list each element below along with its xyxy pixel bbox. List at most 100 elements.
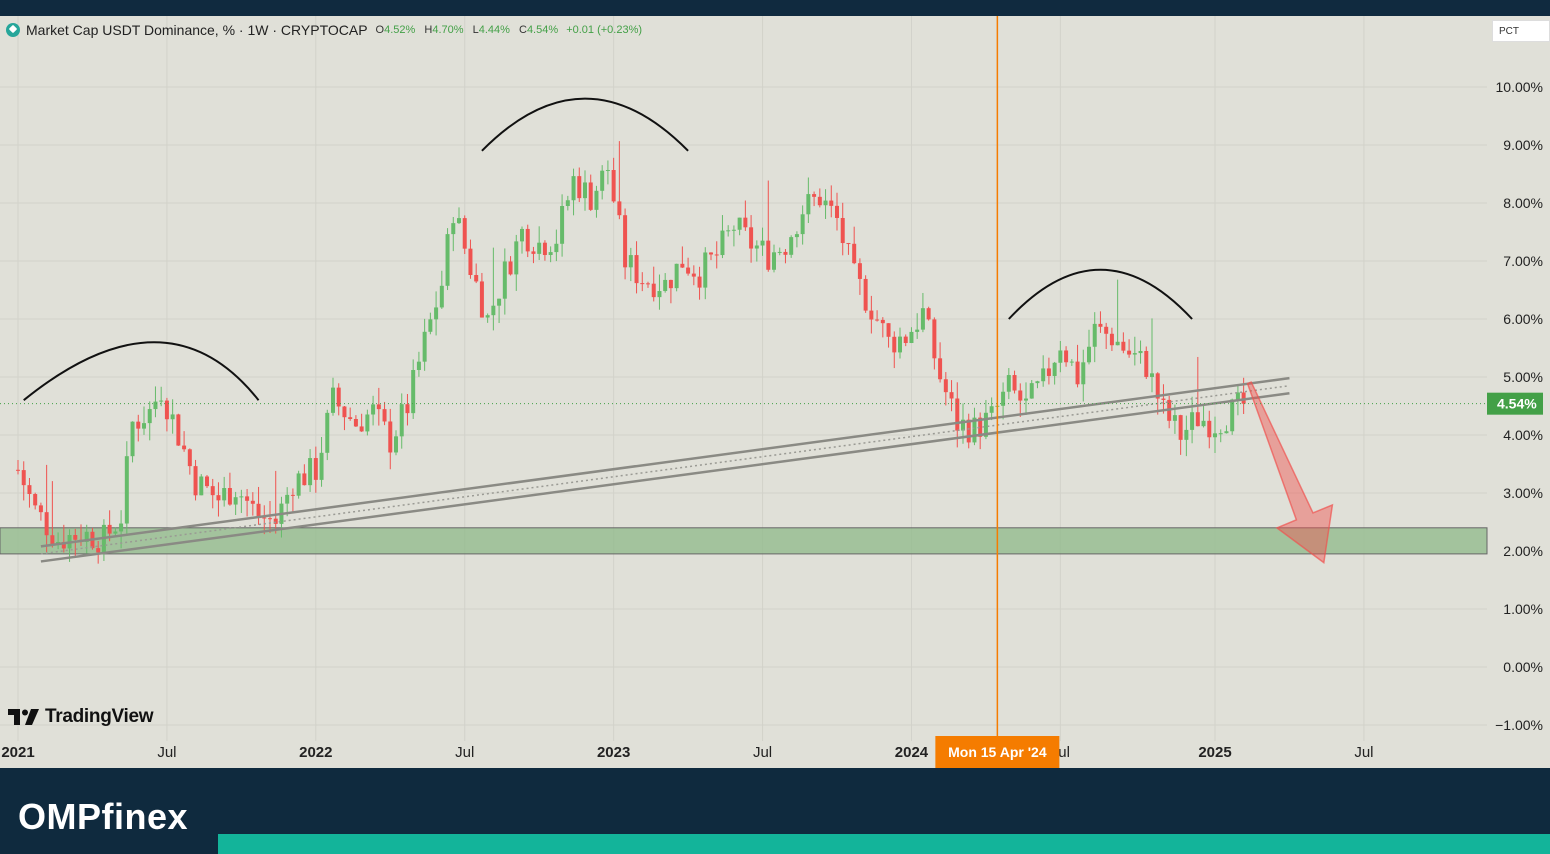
candle-body	[628, 255, 633, 268]
candle-body	[714, 254, 719, 256]
candle-body	[1058, 350, 1063, 363]
candle-body	[416, 361, 421, 371]
candle-body	[949, 392, 954, 399]
candle-body	[256, 503, 261, 518]
open-value: 4.52%	[384, 24, 416, 36]
candle-body	[353, 418, 358, 427]
candle-body	[497, 298, 502, 306]
candle-body	[199, 476, 204, 496]
candle-body	[577, 176, 582, 199]
ompfinex-logo: OMPfinex	[18, 796, 189, 837]
candle-body	[926, 308, 931, 320]
candle-body	[331, 387, 335, 413]
candle-body	[623, 215, 628, 268]
candle-body	[153, 401, 158, 410]
candle-body	[1006, 375, 1011, 392]
y-tick-label: 8.00%	[1503, 195, 1543, 211]
y-tick-label: 10.00%	[1496, 79, 1543, 95]
candle-body	[44, 512, 49, 536]
candle-body	[932, 319, 937, 359]
candle-body	[451, 223, 456, 235]
candle-body	[1190, 412, 1195, 430]
candle-body	[325, 412, 330, 453]
candle-body	[898, 336, 902, 353]
candle-body	[903, 336, 908, 344]
candle-body	[1144, 350, 1149, 377]
candle-body	[605, 170, 610, 172]
candle-body	[50, 535, 55, 545]
candle-body	[1064, 350, 1069, 363]
y-tick-label: 9.00%	[1503, 137, 1543, 153]
x-tick-label: Jul	[1354, 744, 1373, 761]
top-strip	[0, 0, 1550, 16]
change-value: +0.01 (+0.23%)	[566, 24, 643, 36]
candle-body	[485, 315, 490, 318]
candle-body	[571, 176, 576, 201]
x-tick-label: 2024	[895, 744, 929, 761]
candle-body	[560, 206, 565, 244]
low-value: 4.44%	[478, 24, 510, 36]
candle-body	[1138, 350, 1143, 354]
candle-body	[176, 414, 181, 446]
chart-canvas[interactable]: 10.00% 9.00% 8.00% 7.00% 6.00% 5.00% 4.00% 3.00…	[0, 16, 1550, 768]
candle-body	[268, 518, 272, 520]
candle-body	[886, 323, 891, 337]
candle-body	[531, 251, 536, 254]
candle-body	[38, 505, 43, 513]
candle-body	[124, 456, 129, 524]
candle-body	[1115, 341, 1120, 346]
candle-body	[319, 452, 324, 480]
candle-body	[376, 404, 381, 410]
candle-body	[600, 170, 605, 191]
candle-body	[1029, 383, 1034, 399]
candle-body	[474, 275, 479, 282]
candle-body	[1075, 361, 1080, 385]
candle-body	[915, 329, 920, 332]
x-tick-label: Jul	[455, 744, 474, 761]
candle-body	[359, 426, 364, 432]
candle-body	[422, 331, 427, 362]
candle-body	[726, 230, 731, 232]
candle-body	[193, 466, 198, 496]
candle-body	[388, 421, 393, 453]
candle-body	[875, 319, 880, 321]
candle-body	[227, 488, 232, 505]
scale-mode-button[interactable]: PCT	[1492, 20, 1550, 42]
candle-body	[840, 217, 845, 244]
candle-body	[909, 331, 914, 344]
candle-body	[588, 182, 593, 210]
candle-body	[772, 252, 776, 270]
y-tick-label: 4.00%	[1503, 427, 1543, 443]
candle-body	[216, 495, 221, 501]
y-tick-label: 7.00%	[1503, 253, 1543, 269]
tether-diamond-icon	[6, 23, 20, 37]
candle-body	[21, 470, 26, 486]
candle-body	[1104, 326, 1109, 334]
x-tick-label: Jul	[753, 744, 772, 761]
candle-body	[651, 283, 656, 298]
candle-body	[1098, 323, 1103, 327]
candle-body	[233, 497, 238, 505]
candle-body	[766, 240, 771, 270]
candle-body	[634, 255, 639, 284]
candle-body	[107, 524, 112, 534]
candle-body	[119, 523, 124, 532]
candle-body	[520, 228, 524, 242]
tradingview-logo[interactable]: TradingView	[8, 706, 154, 728]
candle-body	[136, 421, 141, 429]
candle-body	[142, 423, 146, 429]
candle-body	[205, 476, 209, 487]
candle-body	[846, 243, 851, 245]
candle-body	[938, 358, 943, 380]
candle-body	[1081, 362, 1086, 385]
candle-body	[502, 261, 507, 299]
candle-body	[554, 243, 559, 253]
candle-body	[703, 252, 708, 288]
candle-body	[365, 414, 370, 432]
candle-body	[829, 200, 834, 206]
candle-body	[1069, 361, 1074, 363]
symbol-legend: Market Cap USDT Dominance, % · 1W · CRYP…	[6, 21, 642, 39]
chart-area[interactable]: 10.00% 9.00% 8.00% 7.00% 6.00% 5.00% 4.00% 3.00…	[0, 16, 1550, 768]
candle-body	[1218, 433, 1223, 435]
symbol-title[interactable]: Market Cap USDT Dominance, % · 1W · CRYP…	[26, 22, 368, 38]
